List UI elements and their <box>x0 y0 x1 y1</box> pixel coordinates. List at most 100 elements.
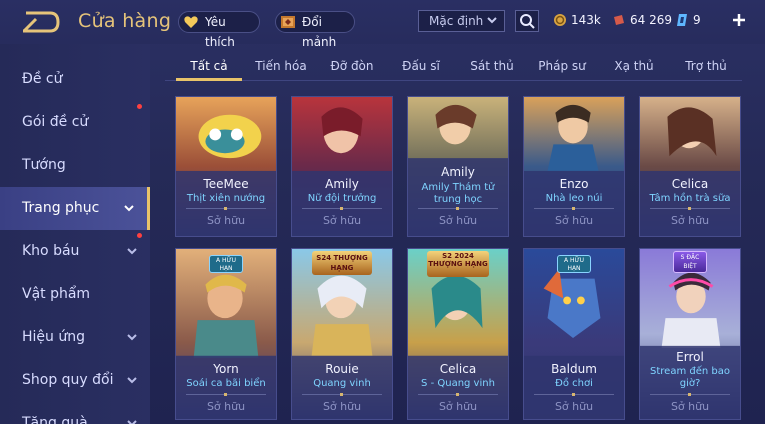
fragment-chest-icon <box>281 16 295 28</box>
chevron-down-icon <box>127 420 137 424</box>
sidebar-item-recommended-packs[interactable]: Gói đề cử <box>0 101 150 144</box>
owned-label: Sở hữu <box>670 400 710 413</box>
divider <box>650 207 730 210</box>
divider <box>186 207 266 210</box>
sidebar-item-skins[interactable]: Trang phục <box>0 187 150 230</box>
owned-label: Sở hữu <box>554 400 594 413</box>
skin-name: Tâm hồn trà sữa <box>649 193 731 204</box>
divider <box>650 393 730 396</box>
plus-icon <box>733 14 745 26</box>
sidebar-item-effects[interactable]: Hiệu ứng <box>0 316 150 359</box>
voucher-icon <box>614 15 624 25</box>
shop-screen: Cửa hàng Yêu thích Đổi mảnh Mặc định 143… <box>0 0 765 424</box>
sidebar-item-label: Kho báu <box>22 243 80 259</box>
skin-card[interactable]: Amily Amily Thám tử trung học Sở hữu <box>407 96 509 237</box>
back-button[interactable] <box>20 10 64 34</box>
skin-card[interactable]: S24 THƯỢNG HẠNG Rouie Quang vinh Sở hữu <box>291 248 393 420</box>
skin-card[interactable]: Enzo Nhà leo núi Sở hữu <box>523 96 625 237</box>
hero-name: Amily <box>325 177 359 191</box>
gold-coin-icon <box>554 14 566 26</box>
skin-card[interactable]: S2 2024 THƯỢNG HẠNG Celica S - Quang vin… <box>407 248 509 420</box>
skin-name: Nhà leo núi <box>545 193 603 204</box>
hero-name: Enzo <box>559 177 589 191</box>
skin-card[interactable]: Celica Tâm hồn trà sữa Sở hữu <box>639 96 741 237</box>
sidebar-item-gifts[interactable]: Tặng quà <box>0 402 150 424</box>
tab-assassin[interactable]: Sát thủ <box>459 52 525 80</box>
owned-label: Sở hữu <box>206 400 246 413</box>
owned-label: Sở hữu <box>554 214 594 227</box>
sidebar-item-recommended[interactable]: Đề cử <box>0 58 150 101</box>
page-title: Cửa hàng <box>78 10 172 32</box>
skin-card[interactable]: S ĐẶC BIỆT Errol Stream đến bao giờ? Sở … <box>639 248 741 420</box>
hero-name: Baldum <box>551 362 597 376</box>
quan-huy-currency: 9 <box>675 11 701 29</box>
tab-divider <box>165 80 742 81</box>
skin-name: Quang vinh <box>313 378 371 389</box>
rarity-badge: S2 2024 THƯỢNG HẠNG <box>427 251 489 277</box>
gold-currency: 143k <box>553 11 601 29</box>
hero-name: Celica <box>439 362 477 376</box>
hero-name: Amily <box>441 165 475 179</box>
tab-all[interactable]: Tất cả <box>176 52 242 80</box>
top-bar: Cửa hàng Yêu thích Đổi mảnh Mặc định 143… <box>0 0 765 49</box>
owned-label: Sở hữu <box>438 400 478 413</box>
hero-name: Errol <box>676 350 704 364</box>
chevron-down-icon <box>487 17 497 24</box>
sidebar-item-label: Tặng quà <box>22 415 88 424</box>
sidebar-item-exchange-shop[interactable]: Shop quy đổi <box>0 359 150 402</box>
divider <box>534 207 614 210</box>
chevron-down-icon <box>127 334 137 341</box>
rarity-badge: S ĐẶC BIỆT <box>673 251 707 273</box>
skin-card[interactable]: A HỮU HẠN Yorn Soái ca bãi biển Sở hữu <box>175 248 277 420</box>
voucher-currency: 64 269 <box>612 11 672 29</box>
favorites-button[interactable]: Yêu thích <box>178 11 260 49</box>
skin-name: Amily Thám tử trung học <box>421 182 495 205</box>
sidebar-item-treasure[interactable]: Kho báu <box>0 230 150 273</box>
notification-dot <box>137 233 142 238</box>
tab-tank[interactable]: Đỡ đòn <box>319 52 385 80</box>
favorites-label: Yêu thích <box>205 15 235 49</box>
divider <box>418 393 498 396</box>
tab-evolution[interactable]: Tiến hóa <box>248 52 314 80</box>
rarity-badge: S24 THƯỢNG HẠNG <box>312 251 372 275</box>
skin-name: S - Quang vinh <box>421 378 495 389</box>
divider <box>418 207 498 210</box>
rarity-badge: A HỮU HẠN <box>209 255 243 273</box>
sidebar-item-items[interactable]: Vật phẩm <box>0 273 150 316</box>
chevron-down-icon <box>127 248 137 255</box>
skin-card[interactable]: Amily Nữ đội trưởng Sở hữu <box>291 96 393 237</box>
search-button[interactable] <box>515 10 539 32</box>
chevron-down-icon <box>124 205 134 212</box>
hero-name: Yorn <box>213 362 239 376</box>
notification-dot <box>137 104 142 109</box>
owned-label: Sở hữu <box>206 214 246 227</box>
quan-huy-amount: 9 <box>693 13 701 27</box>
divider <box>302 393 382 396</box>
owned-label: Sở hữu <box>322 400 362 413</box>
owned-label: Sở hữu <box>438 214 478 227</box>
skin-card[interactable]: TeeMee Thịt xiên nướng Sở hữu <box>175 96 277 237</box>
sidebar-item-label: Hiệu ứng <box>22 329 85 345</box>
sort-dropdown[interactable]: Mặc định <box>418 10 505 32</box>
sidebar-item-heroes[interactable]: Tướng <box>0 144 150 187</box>
active-tab-indicator <box>176 78 242 81</box>
heart-icon <box>184 16 198 28</box>
tab-mage[interactable]: Pháp sư <box>529 52 595 80</box>
skin-name: Thịt xiên nướng <box>186 193 266 204</box>
tab-marksman[interactable]: Xạ thủ <box>601 52 667 80</box>
owned-label: Sở hữu <box>670 214 710 227</box>
divider <box>534 393 614 396</box>
category-tabs: Tất cả Tiến hóa Đỡ đòn Đấu sĩ Sát thủ Ph… <box>165 52 745 82</box>
hero-name: Celica <box>671 177 709 191</box>
divider <box>186 393 266 396</box>
fragments-button[interactable]: Đổi mảnh <box>275 11 355 49</box>
fragments-label: Đổi mảnh <box>302 15 337 49</box>
quan-huy-icon <box>677 14 687 26</box>
tab-fighter[interactable]: Đấu sĩ <box>388 52 454 80</box>
add-currency-button[interactable] <box>730 8 748 32</box>
owned-label: Sở hữu <box>322 214 362 227</box>
skin-card[interactable]: A HỮU HẠN Baldum Đồ chơi Sở hữu <box>523 248 625 420</box>
tab-support[interactable]: Trợ thủ <box>673 52 739 80</box>
skin-name: Soái ca bãi biển <box>186 378 266 389</box>
sidebar-item-label: Gói đề cử <box>22 114 89 130</box>
